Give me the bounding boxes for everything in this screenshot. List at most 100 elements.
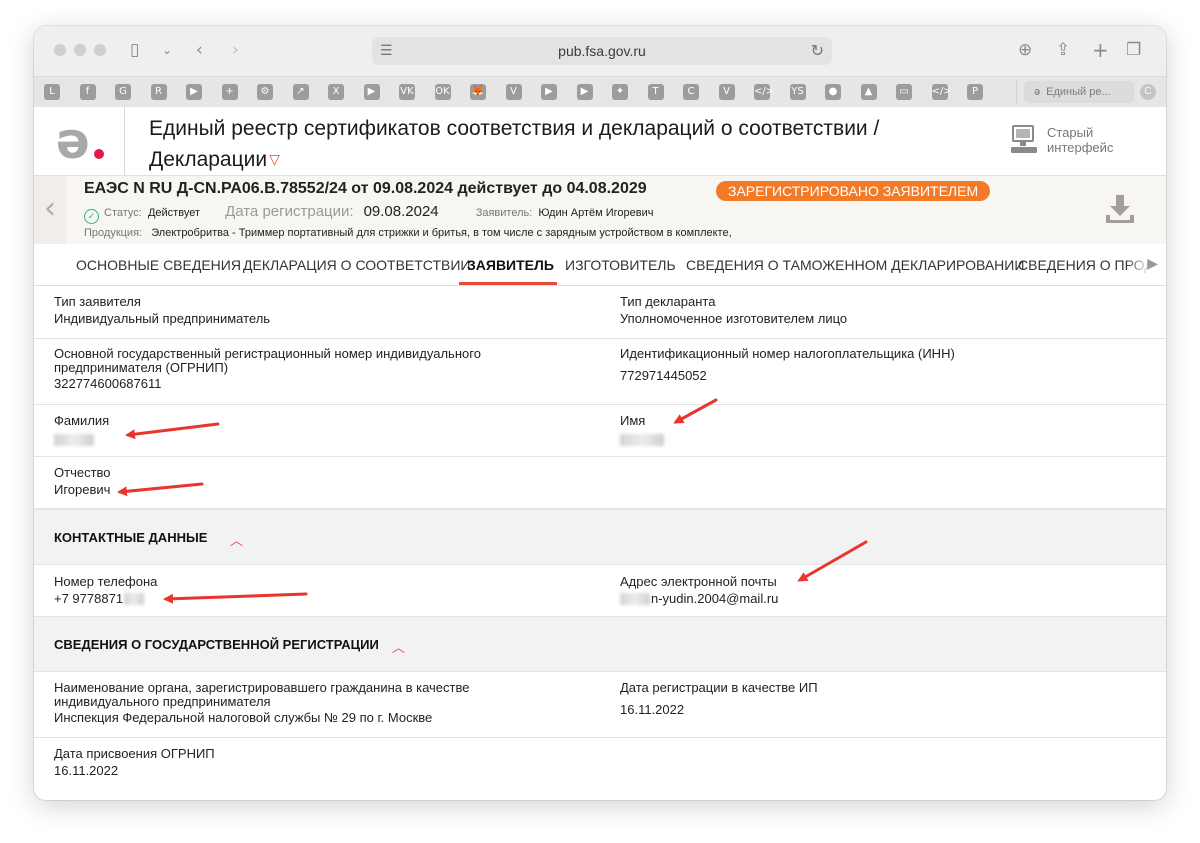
- status-row: ✓ Статус: Действует Дата регистрации: 09.0…: [84, 204, 653, 224]
- favorite-bookmark-icon[interactable]: 🦊: [470, 84, 486, 100]
- new-tab-icon[interactable]: +: [1092, 40, 1109, 60]
- email-value: n-yudin.2004@mail.ru: [620, 591, 778, 607]
- favorite-bookmark-icon[interactable]: ▶: [541, 84, 557, 100]
- declarant-type-value: Уполномоченное изготовителем лицо: [620, 311, 848, 326]
- zoom-window-button[interactable]: [94, 44, 106, 56]
- authority-label: Наименование органа, зарегистрировавшего…: [54, 680, 470, 695]
- favorite-bookmark-icon[interactable]: P: [967, 84, 983, 100]
- tab-basic-info[interactable]: ОСНОВНЫЕ СВЕДЕНИЯ: [76, 257, 241, 273]
- back-arrow-icon[interactable]: ‹: [34, 176, 66, 244]
- favorite-bookmark-icon[interactable]: ▭: [896, 84, 912, 100]
- favorite-bookmark-icon[interactable]: f: [79, 84, 96, 100]
- email-value-text: n-yudin.2004@mail.ru: [651, 591, 779, 606]
- applicant-type-value: Индивидуальный предприниматель: [54, 311, 271, 326]
- favorite-bookmark-icon[interactable]: C: [683, 84, 699, 100]
- declaration-summary: ‹ ЕАЭС N RU Д-CN.РА06.В.78552/24 от 09.0…: [34, 175, 1166, 245]
- status-value: Действует: [147, 207, 200, 219]
- favorite-bookmark-icon[interactable]: ✦: [612, 84, 628, 100]
- contacts-section-header[interactable]: КОНТАКТНЫЕ ДАННЫЕ ︿: [34, 509, 1166, 565]
- favorite-bookmark-icon[interactable]: ▶: [186, 84, 202, 100]
- authority-value: Инспекция Федеральной налоговой службы №…: [54, 710, 433, 725]
- ogrnip-value: 322774600687611: [54, 376, 162, 391]
- chevron-up-icon[interactable]: ︿: [392, 637, 405, 656]
- favorite-bookmark-icon[interactable]: VK: [399, 84, 415, 100]
- favorite-bookmark-icon[interactable]: ▲: [860, 84, 877, 100]
- favorite-bookmark-icon[interactable]: G: [115, 84, 131, 100]
- registration-section-header[interactable]: СВЕДЕНИЯ О ГОСУДАРСТВЕННОЙ РЕГИСТРАЦИИ ︿: [34, 616, 1166, 672]
- sidebar-toggle-icon[interactable]: ▯: [130, 40, 139, 60]
- favorite-bookmark-icon[interactable]: </>: [931, 84, 952, 100]
- tab-declaration[interactable]: ДЕКЛАРАЦИЯ О СООТВЕТСТВИИ: [243, 257, 470, 273]
- favorite-bookmark-icon[interactable]: ▶: [576, 84, 593, 100]
- chevron-down-icon[interactable]: ⌄: [162, 40, 172, 60]
- site-header: ә Единый реестр сертификатов соответстви…: [34, 107, 1166, 175]
- logo-dot: [94, 149, 104, 159]
- tab-customs[interactable]: СВЕДЕНИЯ О ТАМОЖЕННОМ ДЕКЛАРИРОВАНИИ: [686, 257, 1024, 273]
- section-title: СВЕДЕНИЯ О ГОСУДАРСТВЕННОЙ РЕГИСТРАЦИИ: [54, 637, 379, 652]
- details-row: Тип заявителя Индивидуальный предпринима…: [34, 286, 1166, 339]
- favorite-bookmark-icon[interactable]: ⚙: [257, 84, 273, 100]
- favorites-divider: [1016, 80, 1017, 104]
- section-title: КОНТАКТНЫЕ ДАННЫЕ: [54, 530, 208, 545]
- favorite-bookmark-icon[interactable]: OK: [434, 84, 451, 100]
- download-icon[interactable]: [1104, 193, 1136, 225]
- tab-manufacturer[interactable]: ИЗГОТОВИТЕЛЬ: [565, 257, 676, 273]
- share-icon[interactable]: ⇪: [1056, 40, 1070, 60]
- tab-favicon-icon: ǝ: [1034, 86, 1041, 98]
- details-row: Наименование органа, зарегистрировавшего…: [34, 672, 1166, 738]
- favorite-bookmark-icon[interactable]: ▶: [363, 84, 380, 100]
- browser-tab[interactable]: ǝ Единый ре...: [1024, 81, 1134, 103]
- ogrnip-date-value: 16.11.2022: [54, 763, 119, 778]
- fsa-logo[interactable]: ә: [56, 111, 90, 171]
- ip-date-value: 16.11.2022: [620, 702, 685, 717]
- phone-label: Номер телефона: [54, 574, 158, 589]
- favorite-bookmark-icon[interactable]: YS: [789, 84, 806, 100]
- tab-overview-icon[interactable]: ❐: [1126, 40, 1141, 60]
- page-title-line1: Единый реестр сертификатов соответствия …: [149, 117, 880, 140]
- surname-value-redacted: [54, 432, 94, 448]
- phone-value-text: +7 9778871: [54, 591, 124, 606]
- url-text: pub.fsa.gov.ru: [558, 43, 646, 59]
- chevron-up-icon[interactable]: ︿: [230, 530, 243, 549]
- forward-icon[interactable]: ›: [232, 40, 239, 60]
- favorite-bookmark-icon[interactable]: X: [328, 84, 344, 100]
- back-icon[interactable]: ‹: [196, 40, 203, 60]
- active-tab-indicator: [459, 282, 557, 285]
- divider: [124, 107, 125, 175]
- patronymic-label: Отчество: [54, 465, 111, 480]
- tab-title: Единый ре...: [1046, 86, 1111, 98]
- check-circle-icon: ✓: [84, 209, 99, 224]
- favorite-bookmark-icon[interactable]: ●: [825, 84, 841, 100]
- tab-favicon-icon[interactable]: C: [1140, 84, 1156, 100]
- product-label: Продукция:: [84, 227, 143, 239]
- product-value: Электробритва - Триммер портативный для …: [151, 227, 732, 239]
- authority-label-2: индивидуального предпринимателя: [54, 694, 271, 709]
- favorite-bookmark-icon[interactable]: T: [647, 84, 664, 100]
- details-row: Фамилия Имя: [34, 405, 1166, 457]
- tab-applicant[interactable]: ЗАЯВИТЕЛЬ: [467, 257, 554, 273]
- reload-icon[interactable]: ↻: [811, 41, 824, 61]
- registry-type-dropdown[interactable]: Декларации: [149, 148, 267, 171]
- ogrnip-date-label: Дата присвоения ОГРНИП: [54, 746, 215, 761]
- favorite-bookmark-icon[interactable]: L: [44, 84, 60, 100]
- ip-date-label: Дата регистрации в качестве ИП: [620, 680, 818, 695]
- favorite-bookmark-icon[interactable]: V: [505, 84, 522, 100]
- page-title: Единый реестр сертификатов соответствия …: [149, 113, 879, 175]
- applicant-type-label: Тип заявителя: [54, 294, 141, 309]
- favorite-bookmark-icon[interactable]: ↗: [292, 84, 309, 100]
- favorite-bookmark-icon[interactable]: R: [150, 84, 167, 100]
- downloads-icon[interactable]: ⊕: [1018, 40, 1032, 60]
- close-window-button[interactable]: [54, 44, 66, 56]
- favorite-bookmark-icon[interactable]: V: [718, 84, 735, 100]
- minimize-window-button[interactable]: [74, 44, 86, 56]
- caret-down-icon[interactable]: ▽: [269, 151, 280, 167]
- applicant-value: Юдин Артём Игоревич: [538, 207, 654, 219]
- details-row: Номер телефона +7 9778871 Адрес электрон…: [34, 565, 1166, 617]
- favorite-bookmark-icon[interactable]: </>: [754, 84, 774, 100]
- ogrnip-label-2: предпринимателя (ОГРНИП): [54, 360, 229, 375]
- declaration-number: ЕАЭС N RU Д-CN.РА06.В.78552/24 от 09.08.…: [84, 180, 647, 197]
- tabs-scroll-right[interactable]: ▶: [1126, 244, 1166, 285]
- address-bar[interactable]: ☰ pub.fsa.gov.ru ↻: [372, 37, 832, 65]
- favorite-bookmark-icon[interactable]: +: [221, 84, 238, 100]
- patronymic-value: Игоревич: [54, 482, 111, 497]
